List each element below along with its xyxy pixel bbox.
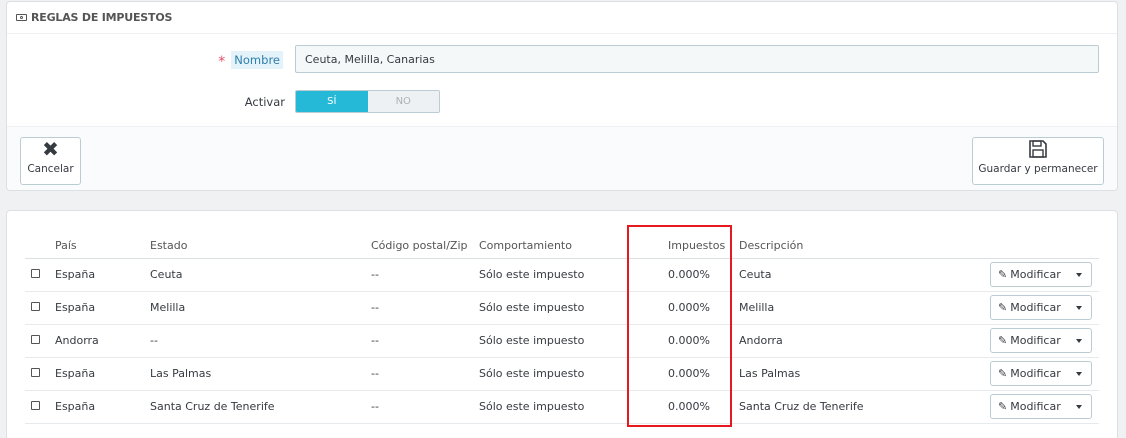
pencil-icon: ✎ xyxy=(998,367,1008,380)
name-input[interactable] xyxy=(295,45,1099,73)
cell-tax: 0.000% xyxy=(668,400,710,413)
cell-behavior: Sólo este impuesto xyxy=(479,268,585,281)
active-label: Activar xyxy=(244,95,285,109)
caret-down-icon[interactable] xyxy=(1076,306,1082,310)
row-checkbox[interactable] xyxy=(31,302,40,311)
cell-state: Melilla xyxy=(150,301,186,314)
modify-button[interactable]: ✎ Modificar xyxy=(990,361,1092,386)
cell-zip: -- xyxy=(371,301,379,314)
pencil-icon: ✎ xyxy=(998,334,1008,347)
caret-down-icon[interactable] xyxy=(1076,273,1082,277)
pencil-icon: ✎ xyxy=(998,400,1008,413)
save-icon xyxy=(1029,140,1047,158)
cell-behavior: Sólo este impuesto xyxy=(479,334,585,347)
pencil-icon: ✎ xyxy=(998,268,1008,281)
row-checkbox[interactable] xyxy=(31,269,40,278)
row-divider xyxy=(25,324,1099,325)
modify-button-label: Modificar xyxy=(1010,268,1061,281)
column-header-state[interactable]: Estado xyxy=(150,239,187,252)
cell-country: España xyxy=(55,400,96,413)
save-and-stay-button[interactable]: Guardar y permanecer xyxy=(972,137,1104,185)
cell-country: España xyxy=(55,301,96,314)
cell-tax: 0.000% xyxy=(668,268,710,281)
modify-button[interactable]: ✎ Modificar xyxy=(990,262,1092,287)
cell-tax: 0.000% xyxy=(668,334,710,347)
pencil-icon: ✎ xyxy=(998,301,1008,314)
cell-zip: -- xyxy=(371,400,379,413)
header-divider xyxy=(25,258,1099,259)
active-toggle[interactable]: SÍ NO xyxy=(295,90,440,113)
toggle-yes-option[interactable]: SÍ xyxy=(296,91,368,112)
modify-button[interactable]: ✎ Modificar xyxy=(990,295,1092,320)
cell-behavior: Sólo este impuesto xyxy=(479,301,585,314)
modify-button-label: Modificar xyxy=(1010,400,1061,413)
cell-description: Melilla xyxy=(739,301,775,314)
panel-title: REGLAS DE IMPUESTOS xyxy=(31,11,173,24)
modify-button-label: Modificar xyxy=(1010,301,1061,314)
cell-description: Ceuta xyxy=(739,268,772,281)
column-header-tax[interactable]: Impuestos xyxy=(668,239,725,252)
close-icon: ✖ xyxy=(42,137,59,161)
column-header-description[interactable]: Descripción xyxy=(739,239,803,252)
cell-country: España xyxy=(55,268,96,281)
cell-zip: -- xyxy=(371,334,379,347)
row-divider xyxy=(25,390,1099,391)
panel-footer: ✖ Cancelar Guardar y permanecer xyxy=(7,126,1117,190)
row-divider xyxy=(25,357,1099,358)
cell-country: España xyxy=(55,367,96,380)
save-button-label: Guardar y permanecer xyxy=(978,163,1098,175)
cell-behavior: Sólo este impuesto xyxy=(479,367,585,380)
row-checkbox[interactable] xyxy=(31,401,40,410)
tax-rules-form-panel: REGLAS DE IMPUESTOS * Nombre Activar SÍ N… xyxy=(6,1,1118,191)
cell-state: Las Palmas xyxy=(150,367,212,380)
caret-down-icon[interactable] xyxy=(1076,372,1082,376)
cell-country: Andorra xyxy=(55,334,99,347)
column-header-behavior[interactable]: Comportamiento xyxy=(479,239,572,252)
cell-zip: -- xyxy=(371,268,379,281)
column-header-country[interactable]: País xyxy=(55,239,77,252)
toggle-no-option[interactable]: NO xyxy=(367,91,439,112)
caret-down-icon[interactable] xyxy=(1076,339,1082,343)
cell-state: -- xyxy=(150,334,158,347)
cancel-button-label: Cancelar xyxy=(27,163,74,175)
cell-behavior: Sólo este impuesto xyxy=(479,400,585,413)
row-checkbox[interactable] xyxy=(31,335,40,344)
panel-heading: REGLAS DE IMPUESTOS xyxy=(7,2,1117,34)
cell-zip: -- xyxy=(371,367,379,380)
modify-button-label: Modificar xyxy=(1010,334,1061,347)
modify-button[interactable]: ✎ Modificar xyxy=(990,394,1092,419)
caret-down-icon[interactable] xyxy=(1076,405,1082,409)
cell-tax: 0.000% xyxy=(668,301,710,314)
column-header-zip[interactable]: Código postal/Zip xyxy=(371,239,468,252)
cell-description: Santa Cruz de Tenerife xyxy=(739,400,864,413)
name-label-text: Nombre xyxy=(231,51,283,69)
cancel-button[interactable]: ✖ Cancelar xyxy=(20,137,81,185)
cell-description: Andorra xyxy=(739,334,783,347)
row-divider xyxy=(25,423,1099,424)
name-label: * Nombre xyxy=(218,51,283,70)
cell-state: Ceuta xyxy=(150,268,183,281)
cell-description: Las Palmas xyxy=(739,367,801,380)
modify-button[interactable]: ✎ Modificar xyxy=(990,328,1092,353)
row-checkbox[interactable] xyxy=(31,368,40,377)
cell-tax: 0.000% xyxy=(668,367,710,380)
modify-button-label: Modificar xyxy=(1010,367,1061,380)
cell-state: Santa Cruz de Tenerife xyxy=(150,400,275,413)
tax-rules-table-panel: País Estado Código postal/Zip Comportami… xyxy=(6,210,1118,438)
row-divider xyxy=(25,291,1099,292)
required-mark: * xyxy=(218,54,226,70)
money-icon xyxy=(16,14,27,21)
